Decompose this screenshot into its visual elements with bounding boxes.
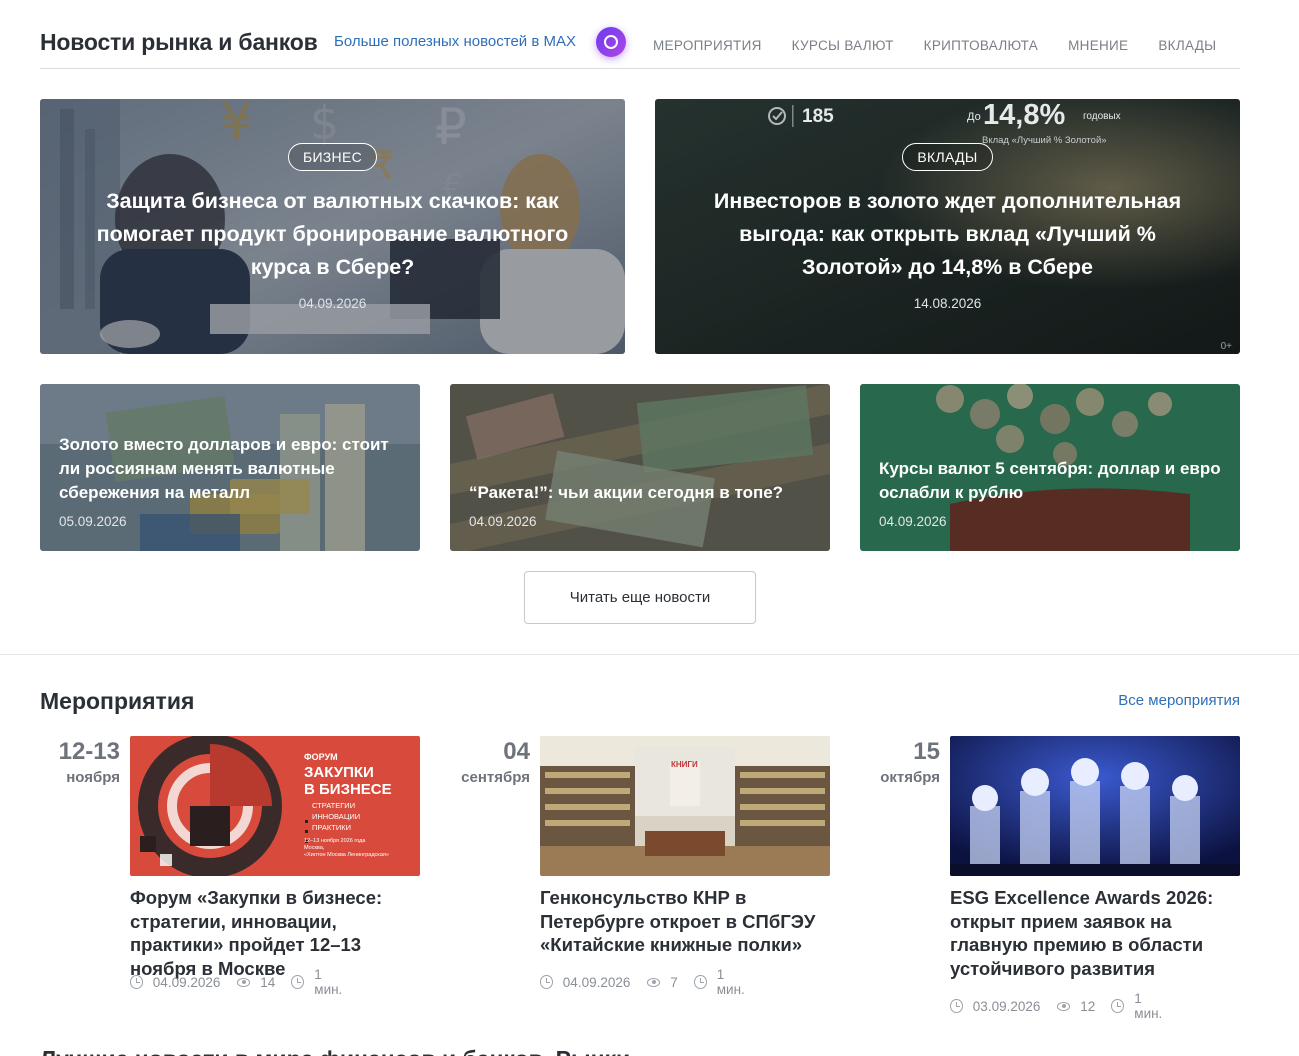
nav-item-deposits[interactable]: ВКЛАДЫ bbox=[1158, 38, 1216, 53]
event-image[interactable]: КНИГИ bbox=[540, 736, 830, 876]
event-meta: 04.09.2026 14 1 мин. bbox=[130, 967, 350, 997]
event-month: сентября bbox=[461, 769, 530, 786]
event-meta: 03.09.2026 12 1 мин. bbox=[950, 991, 1170, 1021]
clock-icon bbox=[693, 975, 707, 989]
events-title: Мероприятия bbox=[40, 688, 195, 714]
event-date: 03.09.2026 bbox=[972, 998, 1041, 1014]
card-date: 14.08.2026 bbox=[913, 295, 982, 311]
card-date: 04.09.2026 bbox=[879, 514, 947, 529]
poster-item: ИННОВАЦИИ bbox=[312, 812, 361, 821]
calendar-icon bbox=[950, 999, 963, 1013]
news-card[interactable]: “Ракета!”: чьи акции сегодня в топе? 04.… bbox=[450, 384, 830, 551]
poster-footer: «Хилтон Москва Ленинградская» bbox=[304, 852, 389, 858]
card-title[interactable]: Защита бизнеса от валютных скачков: как … bbox=[80, 185, 585, 284]
eye-icon bbox=[1056, 1001, 1071, 1011]
nav-item-crypto[interactable]: КРИПТОВАЛЮТА bbox=[924, 38, 1038, 53]
event-title[interactable]: Генконсульство КНР в Петербурге откроет … bbox=[540, 886, 840, 957]
news-card[interactable]: Золото вместо долларов и евро: стоит ли … bbox=[40, 384, 420, 551]
event-views: 12 bbox=[1080, 998, 1096, 1014]
section-divider bbox=[0, 654, 1299, 655]
news-card-featured[interactable]: 185 До 14,8% годовых Вклад «Лучший % Зол… bbox=[655, 99, 1240, 354]
poster-label: ФОРУМ bbox=[304, 752, 338, 762]
news-header: Новости рынка и банков Больше полезных н… bbox=[40, 26, 1240, 69]
event-image[interactable]: ФОРУМ ЗАКУПКИ В БИЗНЕСЕ СТРАТЕГИИ ИННОВА… bbox=[130, 736, 420, 876]
event-date: 04.09.2026 bbox=[152, 974, 221, 990]
card-date: 04.09.2026 bbox=[298, 295, 367, 311]
poster-footer: 12–13 ноября 2026 года bbox=[304, 838, 366, 844]
read-more-button[interactable]: Читать еще новости bbox=[524, 571, 756, 624]
event-read-time: 1 мин. bbox=[1134, 991, 1163, 1021]
poster-heading: ЗАКУПКИ bbox=[304, 764, 374, 781]
nav-item-currency[interactable]: КУРСЫ ВАЛЮТ bbox=[792, 38, 894, 53]
poster-item: ПРАКТИКИ bbox=[312, 823, 351, 832]
poster-item: СТРАТЕГИИ bbox=[312, 801, 356, 810]
event-day: 12-13 bbox=[58, 738, 120, 765]
poster-heading: В БИЗНЕСЕ bbox=[304, 781, 392, 798]
news-card[interactable]: Курсы валют 5 сентября: доллар и евро ос… bbox=[860, 384, 1240, 551]
event-title[interactable]: ESG Excellence Awards 2026: открыт прием… bbox=[950, 886, 1250, 980]
news-card-featured[interactable]: ¥ $ ₽ ₹ € БИЗНЕС Защита бизнеса от валют… bbox=[40, 99, 625, 354]
category-tag[interactable]: БИЗНЕС bbox=[287, 142, 378, 171]
event-views: 14 bbox=[260, 974, 276, 990]
nav-item-events[interactable]: МЕРОПРИЯТИЯ bbox=[653, 38, 762, 53]
next-section-title: Лучшие новости в мире финансов и банков.… bbox=[40, 1046, 630, 1056]
card-title[interactable]: Инвесторов в золото ждет дополнительная … bbox=[695, 185, 1200, 284]
event-month: ноября bbox=[66, 769, 120, 786]
section-nav: МЕРОПРИЯТИЯ КУРСЫ ВАЛЮТ КРИПТОВАЛЮТА МНЕ… bbox=[653, 38, 1216, 53]
max-logo-icon[interactable] bbox=[596, 27, 626, 57]
event-day: 04 bbox=[503, 738, 530, 765]
event-meta: 04.09.2026 7 1 мин. bbox=[540, 967, 752, 997]
event-read-time: 1 мин. bbox=[314, 967, 343, 997]
clock-icon bbox=[291, 975, 305, 989]
event-month: октября bbox=[880, 769, 940, 786]
max-news-link[interactable]: Больше полезных новостей в MAX bbox=[334, 33, 576, 50]
poster-sign: КНИГИ bbox=[671, 760, 698, 769]
card-title[interactable]: “Ракета!”: чьи акции сегодня в топе? bbox=[469, 481, 811, 505]
card-date: 05.09.2026 bbox=[59, 514, 127, 529]
card-title[interactable]: Курсы валют 5 сентября: доллар и евро ос… bbox=[879, 457, 1221, 505]
card-title[interactable]: Золото вместо долларов и евро: стоит ли … bbox=[59, 433, 401, 505]
eye-icon bbox=[646, 977, 661, 987]
poster-footer: Москва, bbox=[304, 845, 325, 851]
calendar-icon bbox=[130, 975, 143, 989]
event-title[interactable]: Форум «Закупки в бизнесе: стратегии, инн… bbox=[130, 886, 430, 980]
page-title: Новости рынка и банков bbox=[40, 29, 318, 55]
event-date: 04.09.2026 bbox=[562, 974, 631, 990]
card-date: 04.09.2026 bbox=[469, 514, 537, 529]
event-views: 7 bbox=[670, 974, 678, 990]
category-tag[interactable]: ВКЛАДЫ bbox=[902, 142, 993, 171]
event-day: 15 bbox=[913, 738, 940, 765]
clock-icon bbox=[1111, 999, 1125, 1013]
event-image[interactable] bbox=[950, 736, 1240, 876]
nav-item-opinion[interactable]: МНЕНИЕ bbox=[1068, 38, 1128, 53]
eye-icon bbox=[236, 977, 251, 987]
all-events-link[interactable]: Все мероприятия bbox=[1118, 692, 1240, 709]
event-read-time: 1 мин. bbox=[716, 967, 745, 997]
calendar-icon bbox=[540, 975, 553, 989]
